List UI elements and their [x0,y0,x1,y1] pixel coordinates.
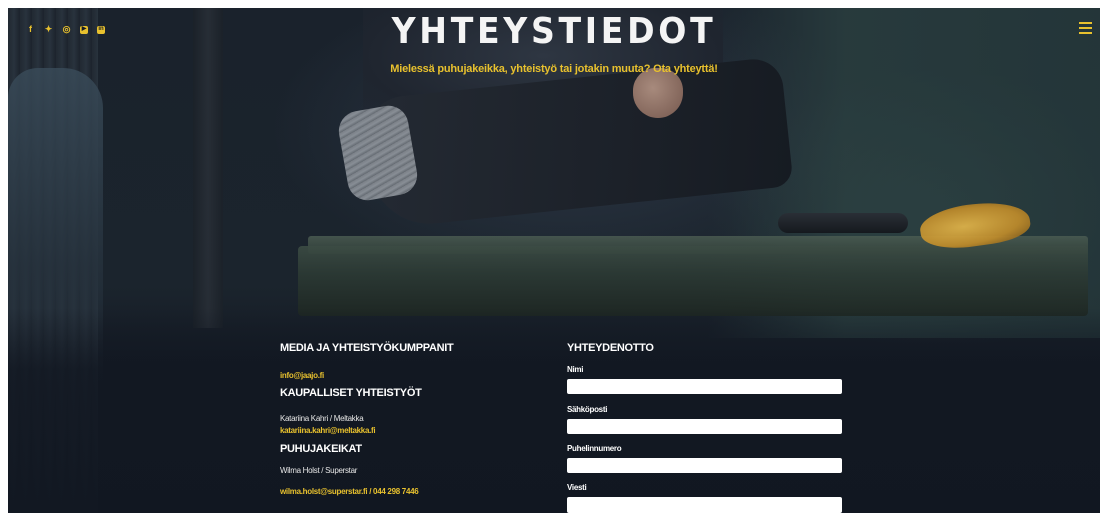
background-bottle [778,213,908,233]
speaking-heading: PUHUJAKEIKAT [280,443,362,455]
phone-field[interactable] [567,458,842,473]
page: f ✦ ◎ ▶ in YHTEYSTIEDOT Mielessä puhujak… [8,8,1100,513]
background-bench [298,246,1088,316]
media-email-link[interactable]: info@jaajo.fi [280,371,324,380]
background-hand [633,68,683,118]
commercial-contact-name: Katariina Kahri / Meltakka [280,414,364,423]
message-field[interactable] [567,497,842,513]
phone-label: Puhelinnumero [567,444,622,453]
speaking-contact-name: Wilma Holst / Superstar [280,466,358,475]
commercial-heading: KAUPALLISET YHTEISTYÖT [280,387,422,399]
commercial-email-link[interactable]: katariina.kahri@meltakka.fi [280,426,376,435]
page-title: YHTEYSTIEDOT [391,11,717,52]
facebook-icon[interactable]: f [26,25,35,34]
speaking-contact-link[interactable]: wilma.holst@superstar.fi / 044 298 7446 [280,487,419,496]
hamburger-menu-icon[interactable] [1079,22,1092,34]
media-heading: MEDIA JA YHTEISTYÖKUMPPANIT [280,342,454,354]
form-heading: YHTEYDENOTTO [567,342,654,354]
background-plant [193,8,223,328]
name-field[interactable] [567,379,842,394]
message-label: Viesti [567,483,587,492]
email-label: Sähköposti [567,405,608,414]
email-field[interactable] [567,419,842,434]
name-label: Nimi [567,365,584,374]
background-fade [8,308,1100,513]
page-subtitle: Mielessä puhujakeikka, yhteistyö tai jot… [390,63,718,75]
